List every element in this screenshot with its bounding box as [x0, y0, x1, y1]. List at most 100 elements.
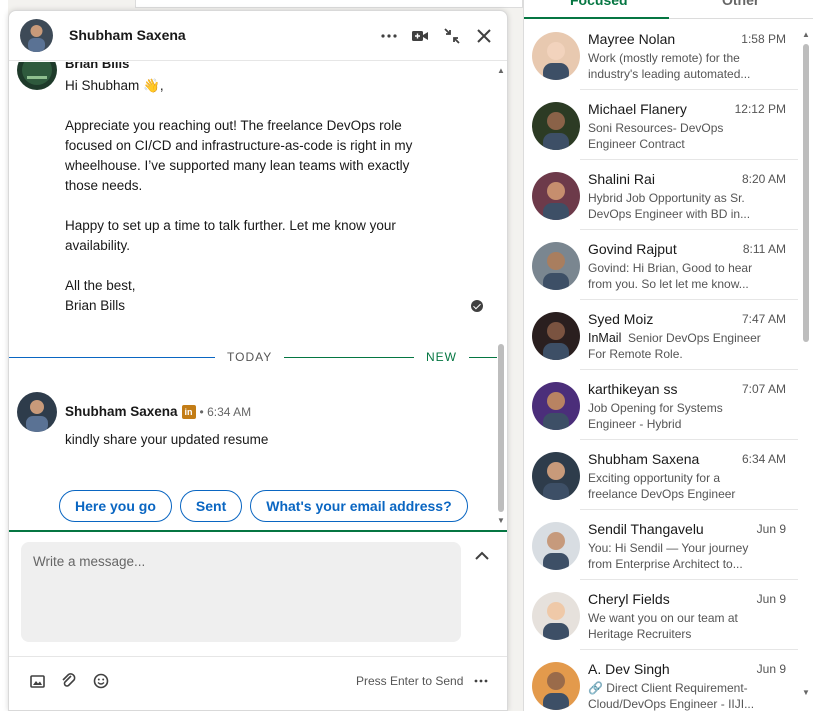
quick-reply-button[interactable]: Here you go — [59, 490, 172, 522]
scroll-down-icon[interactable]: ▼ — [802, 688, 810, 697]
conversation-time: Jun 9 — [756, 522, 786, 536]
more-icon — [474, 679, 488, 683]
message-input[interactable] — [21, 542, 461, 642]
avatar[interactable] — [532, 382, 580, 430]
attach-image-button[interactable] — [27, 671, 47, 691]
preview-text: Soni Resources- DevOps Engineer Contract — [588, 121, 724, 151]
quick-replies: Here you go Sent What's your email addre… — [59, 490, 468, 522]
press-enter-hint[interactable]: Press Enter to Send — [356, 674, 463, 688]
conversation-time: Jun 9 — [756, 662, 786, 676]
avatar[interactable] — [532, 32, 580, 80]
conversation-name: Sendil Thangavelu — [588, 521, 704, 537]
attach-file-button[interactable] — [59, 671, 79, 691]
attachment-icon — [62, 673, 76, 687]
conversation-item[interactable]: A. Dev Singh Jun 9 🔗 Direct Client Require… — [524, 650, 804, 711]
inmail-tag: InMail — [588, 331, 622, 345]
scroll-up-icon[interactable]: ▲ — [802, 30, 810, 39]
chat-header: Shubham Saxena — [9, 11, 507, 61]
avatar[interactable] — [20, 19, 53, 52]
avatar[interactable] — [532, 102, 580, 150]
sender-name[interactable]: Brian Bills — [65, 62, 129, 71]
video-call-icon — [412, 31, 428, 41]
quick-reply-button[interactable]: What's your email address? — [250, 490, 468, 522]
conversation-time: 12:12 PM — [734, 102, 786, 116]
conversation-item[interactable]: Michael Flanery 12:12 PM Soni Resources- D… — [524, 90, 804, 160]
inbox-tabs: Focused Other — [524, 0, 813, 19]
conversation-item[interactable]: Sendil Thangavelu Jun 9 You: Hi Sendil — Y… — [524, 510, 804, 580]
conversation-item[interactable]: Syed Moiz 7:47 AM InMail Senior DevOps Eng… — [524, 300, 804, 370]
avatar[interactable] — [17, 392, 57, 432]
avatar[interactable] — [532, 242, 580, 290]
chat-window: Shubham Saxena Brian Bills Hi Shubham 👋,… — [8, 10, 508, 711]
conversation-time: 8:20 AM — [741, 172, 786, 186]
more-options-button[interactable] — [377, 24, 401, 48]
conversation-name: Mayree Nolan — [588, 31, 676, 47]
conversation-preview: We want you on our team at Heritage Recr… — [588, 610, 768, 642]
conversation-time: Jun 9 — [756, 592, 786, 606]
quick-reply-button[interactable]: Sent — [179, 490, 243, 522]
divider-today-label: TODAY — [227, 350, 273, 364]
preview-text: You: Hi Sendil — Your journey from Enter… — [588, 541, 749, 571]
conversation-preview: Work (mostly remote) for the industry's … — [588, 50, 768, 82]
scroll-down-icon[interactable]: ▼ — [497, 516, 505, 525]
conversation-item[interactable]: Govind Rajput 8:11 AM Govind: Hi Brian, Go… — [524, 230, 804, 300]
conversation-item[interactable]: Cheryl Fields Jun 9 We want you on our tea… — [524, 580, 804, 650]
scrollbar[interactable]: ▲ ▼ — [495, 66, 507, 528]
avatar[interactable] — [532, 522, 580, 570]
minimize-button[interactable] — [440, 24, 464, 48]
send-options-button[interactable] — [471, 671, 491, 691]
chevron-up-icon — [475, 551, 489, 560]
sender-name[interactable]: Shubham Saxena — [65, 404, 178, 419]
close-icon — [477, 29, 491, 43]
conversation-name: Shubham Saxena — [588, 451, 700, 467]
scrollbar-thumb[interactable] — [498, 344, 504, 512]
conversation-preview: Govind: Hi Brian, Good to hear from you.… — [588, 260, 768, 292]
tab-other[interactable]: Other — [722, 0, 759, 8]
background-page-edge — [0, 0, 8, 711]
conversation-item[interactable]: Shubham Saxena 6:34 AM Exciting opportunit… — [524, 440, 804, 510]
compose-separator — [9, 530, 507, 532]
message-compose-box[interactable] — [21, 542, 461, 642]
close-button[interactable] — [472, 24, 496, 48]
avatar[interactable] — [532, 452, 580, 500]
premium-badge-icon: in — [181, 404, 196, 419]
scrollbar[interactable]: ▲ ▼ — [800, 26, 812, 706]
message-thread[interactable]: Brian Bills Hi Shubham 👋, Appreciate you… — [9, 62, 507, 530]
conversation-item[interactable]: Shalini Rai 8:20 AM Hybrid Job Opportunity… — [524, 160, 804, 230]
preview-text: Exciting opportunity for a freelance Dev… — [588, 471, 736, 501]
preview-text: 🔗 Direct Client Requirement- Cloud/DevOp… — [588, 681, 755, 711]
conversation-time: 7:47 AM — [741, 312, 786, 326]
scrollbar-thumb[interactable] — [803, 44, 809, 342]
avatar[interactable] — [532, 172, 580, 220]
video-call-button[interactable] — [408, 24, 432, 48]
avatar[interactable] — [17, 62, 57, 90]
conversation-name: Michael Flanery — [588, 101, 687, 117]
conversation-time: 1:58 PM — [741, 32, 786, 46]
emoji-button[interactable] — [91, 671, 111, 691]
avatar[interactable] — [532, 312, 580, 360]
avatar[interactable] — [532, 662, 580, 710]
scroll-up-icon[interactable]: ▲ — [497, 66, 505, 75]
conversation-preview: You: Hi Sendil — Your journey from Enter… — [588, 540, 768, 572]
conversation-item[interactable]: karthikeyan ss 7:07 AM Job Opening for Sys… — [524, 370, 804, 440]
conversation-preview: Exciting opportunity for a freelance Dev… — [588, 470, 768, 502]
conversation-item[interactable]: Mayree Nolan 1:58 PM Work (mostly remote) … — [524, 20, 804, 90]
read-receipt-icon — [471, 300, 483, 312]
conversation-time: 8:11 AM — [742, 242, 786, 256]
conversation-list: Focused Other Mayree Nolan 1:58 PM Work (m… — [523, 0, 813, 711]
tab-focused[interactable]: Focused — [570, 0, 628, 8]
message-text: kindly share your updated resume — [65, 432, 269, 447]
preview-text: Work (mostly remote) for the industry's … — [588, 51, 751, 81]
new-messages-divider: TODAY NEW — [9, 348, 497, 368]
expand-compose-button[interactable] — [474, 548, 494, 568]
avatar[interactable] — [532, 592, 580, 640]
conversation-preview: 🔗 Direct Client Requirement- Cloud/DevOp… — [588, 680, 768, 711]
preview-text: Hybrid Job Opportunity as Sr. DevOps Eng… — [588, 191, 751, 221]
more-icon — [381, 34, 397, 38]
chat-title[interactable]: Shubham Saxena — [69, 27, 186, 43]
message-text: Hi Shubham 👋, Appreciate you reaching ou… — [65, 78, 413, 313]
image-icon — [29, 674, 45, 688]
footer-separator — [9, 656, 507, 657]
message-header: Shubham Saxena in • 6:34 AM — [65, 404, 251, 419]
conversation-name: karthikeyan ss — [588, 381, 678, 397]
